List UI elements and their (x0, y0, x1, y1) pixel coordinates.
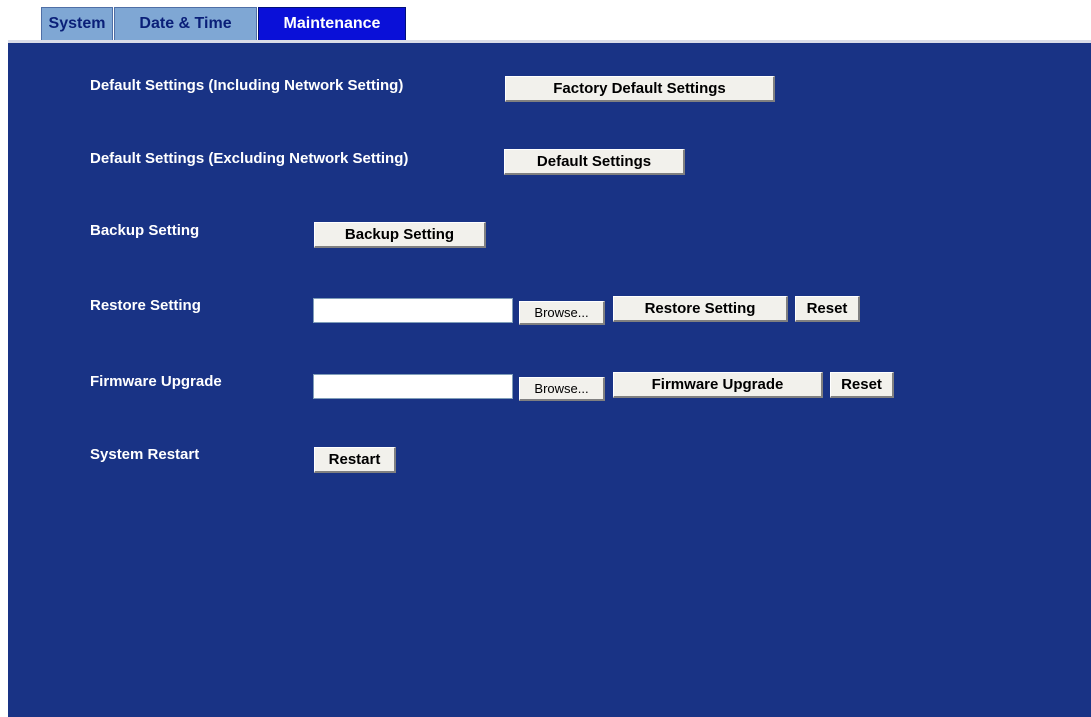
default-settings-label: Default Settings (Excluding Network Sett… (90, 150, 409, 167)
firmware-reset-button[interactable]: Reset (830, 372, 894, 398)
restore-browse-button[interactable]: Browse... (519, 301, 605, 325)
restore-setting-label: Restore Setting (90, 297, 201, 314)
tab-date-time[interactable]: Date & Time (114, 7, 257, 40)
system-restart-label: System Restart (90, 446, 200, 463)
maintenance-panel: Default Settings (Including Network Sett… (8, 40, 1091, 717)
restore-reset-button[interactable]: Reset (795, 296, 860, 322)
factory-default-label: Default Settings (Including Network Sett… (90, 77, 404, 94)
factory-default-button[interactable]: Factory Default Settings (505, 76, 775, 102)
firmware-file-input[interactable] (313, 374, 513, 399)
backup-setting-label: Backup Setting (90, 222, 200, 239)
restart-button[interactable]: Restart (314, 447, 396, 473)
default-settings-button[interactable]: Default Settings (504, 149, 685, 175)
firmware-browse-button[interactable]: Browse... (519, 377, 605, 401)
restore-setting-button[interactable]: Restore Setting (613, 296, 788, 322)
tab-bar: System Date & Time Maintenance (41, 7, 407, 41)
tab-system[interactable]: System (41, 7, 113, 40)
firmware-upgrade-label: Firmware Upgrade (90, 373, 222, 390)
tab-maintenance[interactable]: Maintenance (258, 7, 406, 40)
restore-file-input[interactable] (313, 298, 513, 323)
backup-setting-button[interactable]: Backup Setting (314, 222, 486, 248)
firmware-upgrade-button[interactable]: Firmware Upgrade (613, 372, 823, 398)
